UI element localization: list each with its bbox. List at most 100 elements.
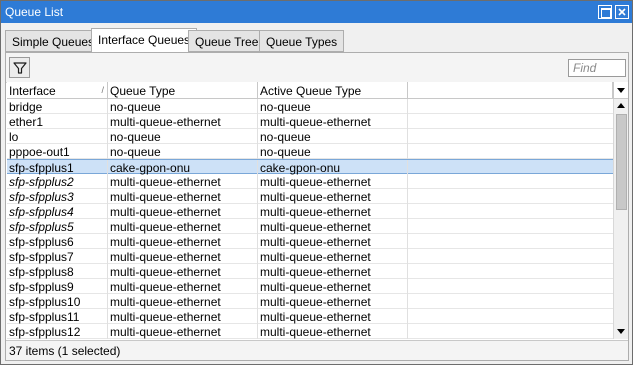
cell-queue-type: multi-queue-ethernet — [108, 114, 258, 129]
cell-empty — [408, 204, 613, 219]
tab-interface-queues[interactable]: Interface Queues — [91, 28, 198, 53]
cell-queue-type: no-queue — [108, 144, 258, 159]
cell-queue-type: multi-queue-ethernet — [108, 294, 258, 309]
cell-interface: sfp-sfpplus3 — [7, 189, 108, 204]
cell-active-queue-type: multi-queue-ethernet — [258, 264, 408, 279]
cell-active-queue-type: multi-queue-ethernet — [258, 294, 408, 309]
cell-active-queue-type: no-queue — [258, 144, 408, 159]
scroll-down-icon[interactable] — [614, 325, 629, 339]
cell-queue-type: multi-queue-ethernet — [108, 264, 258, 279]
cell-interface: bridge — [7, 99, 108, 114]
cell-interface: sfp-sfpplus2 — [7, 174, 108, 189]
scroll-thumb[interactable] — [616, 114, 627, 210]
status-bar: 37 items (1 selected) — [6, 340, 628, 360]
table-row[interactable]: sfp-sfpplus10 multi-queue-ethernet multi-q… — [7, 294, 613, 309]
title-bar[interactable]: Queue List — [1, 1, 632, 23]
cell-active-queue-type: cake-gpon-onu — [258, 160, 408, 175]
table-row[interactable]: sfp-sfpplus5 multi-queue-ethernet multi-qu… — [7, 219, 613, 234]
interface-queues-table: Interface / Queue Type Active Queue Type… — [7, 82, 613, 339]
column-header-empty — [408, 82, 613, 99]
cell-empty — [408, 99, 613, 114]
cell-active-queue-type: multi-queue-ethernet — [258, 249, 408, 264]
cell-queue-type: multi-queue-ethernet — [108, 189, 258, 204]
vertical-scrollbar[interactable] — [613, 99, 628, 339]
table-row[interactable]: sfp-sfpplus8 multi-queue-ethernet multi-qu… — [7, 264, 613, 279]
cell-empty — [408, 309, 613, 324]
maximize-button[interactable] — [598, 5, 612, 19]
cell-empty — [408, 174, 613, 189]
cell-active-queue-type: multi-queue-ethernet — [258, 309, 408, 324]
cell-active-queue-type: multi-queue-ethernet — [258, 114, 408, 129]
cell-active-queue-type: multi-queue-ethernet — [258, 234, 408, 249]
cell-queue-type: multi-queue-ethernet — [108, 279, 258, 294]
scroll-up-icon[interactable] — [614, 99, 629, 113]
cell-empty — [408, 144, 613, 159]
column-header-interface[interactable]: Interface / — [7, 82, 108, 99]
cell-active-queue-type: multi-queue-ethernet — [258, 219, 408, 234]
table-body: bridge no-queue no-queue ether1 multi-queue-… — [7, 99, 613, 339]
cell-empty — [408, 129, 613, 144]
cell-interface: sfp-sfpplus9 — [7, 279, 108, 294]
tab-panel: Interface / Queue Type Active Queue Type… — [5, 52, 629, 361]
table-row[interactable]: lo no-queue no-queue — [7, 129, 613, 144]
find-input[interactable] — [568, 59, 626, 77]
column-header-queue-type[interactable]: Queue Type — [108, 82, 258, 99]
cell-queue-type: multi-queue-ethernet — [108, 309, 258, 324]
table-row[interactable]: sfp-sfpplus9 multi-queue-ethernet multi-qu… — [7, 279, 613, 294]
cell-empty — [408, 234, 613, 249]
tab-queue-types[interactable]: Queue Types — [259, 30, 345, 52]
tab-simple-queues[interactable]: Simple Queues — [5, 30, 102, 52]
status-text: 37 items (1 selected) — [9, 344, 121, 358]
window-title: Queue List — [5, 5, 64, 19]
table-row[interactable]: sfp-sfpplus6 multi-queue-ethernet multi-qu… — [7, 234, 613, 249]
cell-empty — [408, 294, 613, 309]
table-row[interactable]: sfp-sfpplus4 multi-queue-ethernet multi-qu… — [7, 204, 613, 219]
cell-queue-type: cake-gpon-onu — [108, 160, 258, 175]
table-row[interactable]: sfp-sfpplus3 multi-queue-ethernet multi-qu… — [7, 189, 613, 204]
table-row[interactable]: sfp-sfpplus2 multi-queue-ethernet multi-qu… — [7, 174, 613, 189]
cell-active-queue-type: multi-queue-ethernet — [258, 189, 408, 204]
tab-queue-tree[interactable]: Queue Tree — [188, 30, 266, 52]
cell-empty — [408, 114, 613, 129]
sort-indicator-icon: / — [101, 85, 104, 95]
cell-active-queue-type: no-queue — [258, 99, 408, 114]
cell-interface: ether1 — [7, 114, 108, 129]
column-header-label: Interface — [9, 84, 56, 98]
cell-empty — [408, 160, 613, 175]
toolbar — [6, 53, 628, 83]
table-row[interactable]: sfp-sfpplus12 multi-queue-ethernet multi-q… — [7, 324, 613, 339]
cell-interface: sfp-sfpplus12 — [7, 324, 108, 339]
cell-interface: lo — [7, 129, 108, 144]
close-button[interactable] — [615, 5, 629, 19]
cell-interface: pppoe-out1 — [7, 144, 108, 159]
table-row[interactable]: sfp-sfpplus7 multi-queue-ethernet multi-qu… — [7, 249, 613, 264]
cell-interface: sfp-sfpplus11 — [7, 309, 108, 324]
cell-queue-type: multi-queue-ethernet — [108, 234, 258, 249]
cell-interface: sfp-sfpplus6 — [7, 234, 108, 249]
table-row[interactable]: bridge no-queue no-queue — [7, 99, 613, 114]
cell-active-queue-type: multi-queue-ethernet — [258, 279, 408, 294]
table-header: Interface / Queue Type Active Queue Type — [7, 82, 613, 99]
cell-interface: sfp-sfpplus4 — [7, 204, 108, 219]
cell-queue-type: multi-queue-ethernet — [108, 219, 258, 234]
cell-interface: sfp-sfpplus5 — [7, 219, 108, 234]
table-row[interactable]: sfp-sfpplus1 cake-gpon-onu cake-gpon-onu — [7, 159, 613, 175]
column-menu-button[interactable] — [613, 82, 628, 99]
cell-queue-type: no-queue — [108, 99, 258, 114]
cell-queue-type: multi-queue-ethernet — [108, 324, 258, 339]
table-row[interactable]: sfp-sfpplus11 multi-queue-ethernet multi-q… — [7, 309, 613, 324]
cell-interface: sfp-sfpplus7 — [7, 249, 108, 264]
cell-queue-type: multi-queue-ethernet — [108, 174, 258, 189]
cell-interface: sfp-sfpplus10 — [7, 294, 108, 309]
cell-interface: sfp-sfpplus8 — [7, 264, 108, 279]
filter-button[interactable] — [9, 57, 30, 78]
table-row[interactable]: pppoe-out1 no-queue no-queue — [7, 144, 613, 159]
queue-list-window: Queue List Simple Queues Interface Queue… — [0, 0, 633, 365]
cell-empty — [408, 279, 613, 294]
cell-queue-type: no-queue — [108, 129, 258, 144]
column-header-active-queue-type[interactable]: Active Queue Type — [258, 82, 408, 99]
cell-interface: sfp-sfpplus1 — [7, 160, 108, 175]
cell-active-queue-type: no-queue — [258, 129, 408, 144]
table-row[interactable]: ether1 multi-queue-ethernet multi-queue-et… — [7, 114, 613, 129]
cell-queue-type: multi-queue-ethernet — [108, 249, 258, 264]
